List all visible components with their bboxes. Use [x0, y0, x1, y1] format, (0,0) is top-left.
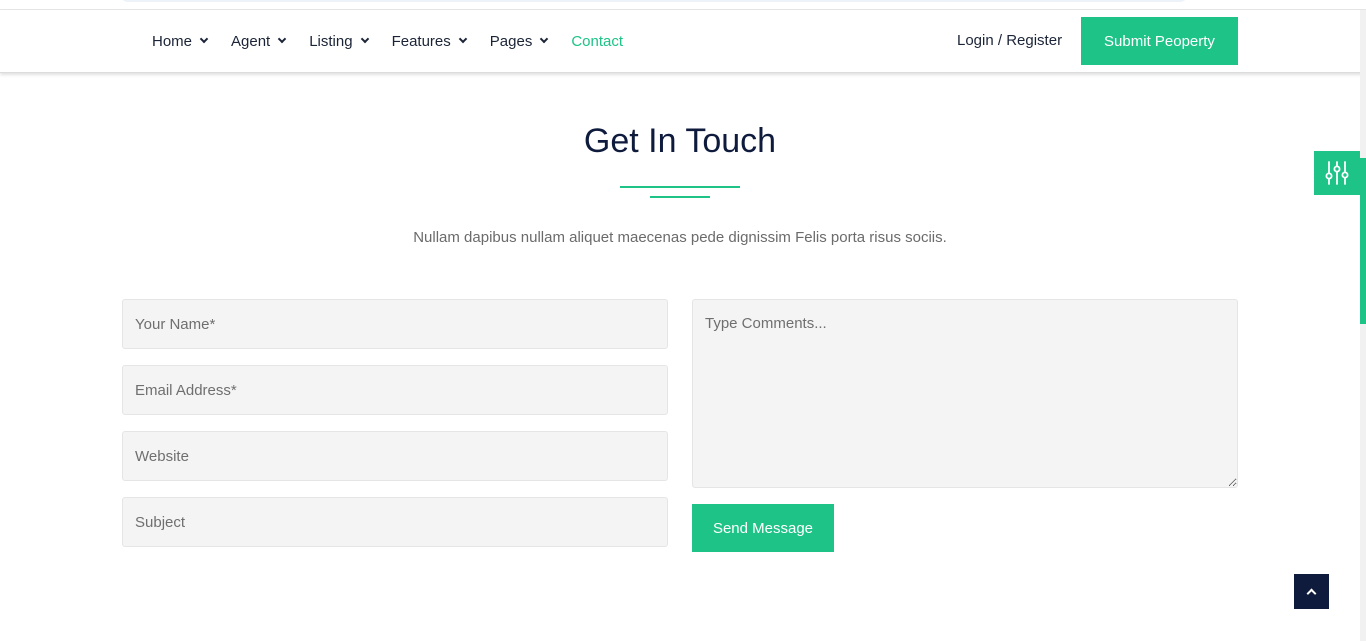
nav-menu: Home Agent Listing Features Pages Contac… — [152, 10, 647, 72]
name-field[interactable] — [122, 299, 668, 349]
scroll-to-top-button[interactable] — [1294, 574, 1329, 609]
page-scrollbar[interactable] — [1360, 10, 1366, 641]
chevron-down-icon — [277, 34, 287, 44]
main-navbar: Home Agent Listing Features Pages Contac… — [0, 10, 1366, 73]
nav-item-label: Listing — [309, 32, 353, 50]
login-register-link[interactable]: Login / Register — [957, 32, 1062, 49]
page-subtitle: Nullam dapibus nullam aliquet maecenas p… — [413, 229, 947, 246]
top-bar — [0, 0, 1366, 10]
nav-item-contact[interactable]: Contact — [571, 33, 623, 50]
page-title: Get In Touch — [583, 122, 777, 160]
sliders-icon — [1325, 161, 1349, 185]
top-bar-pill — [120, 0, 1188, 2]
email-field[interactable] — [122, 365, 668, 415]
comments-field[interactable] — [692, 299, 1238, 488]
subject-field[interactable] — [122, 497, 668, 547]
nav-item-label: Pages — [489, 32, 533, 50]
nav-item-home[interactable]: Home — [152, 32, 209, 50]
send-message-button[interactable]: Send Message — [692, 504, 834, 552]
chevron-down-icon — [199, 34, 209, 44]
nav-item-features[interactable]: Features — [391, 32, 468, 50]
nav-item-label: Features — [391, 32, 451, 50]
nav-item-label: Contact — [571, 32, 624, 50]
nav-item-label: Home — [152, 32, 193, 50]
submit-property-button[interactable]: Submit Peoperty — [1081, 17, 1238, 65]
nav-item-label: Agent — [231, 32, 271, 50]
nav-item-pages[interactable]: Pages — [489, 32, 549, 50]
title-divider-long — [620, 186, 740, 188]
side-panel-strip — [1360, 158, 1366, 324]
settings-panel-toggle[interactable] — [1314, 151, 1360, 195]
chevron-up-icon — [1306, 588, 1317, 599]
title-divider-short — [650, 196, 710, 198]
chevron-down-icon — [540, 34, 549, 44]
chevron-down-icon — [458, 34, 468, 44]
nav-item-listing[interactable]: Listing — [309, 32, 369, 50]
chevron-down-icon — [360, 34, 369, 44]
website-field[interactable] — [122, 431, 668, 481]
nav-item-agent[interactable]: Agent — [231, 32, 287, 50]
